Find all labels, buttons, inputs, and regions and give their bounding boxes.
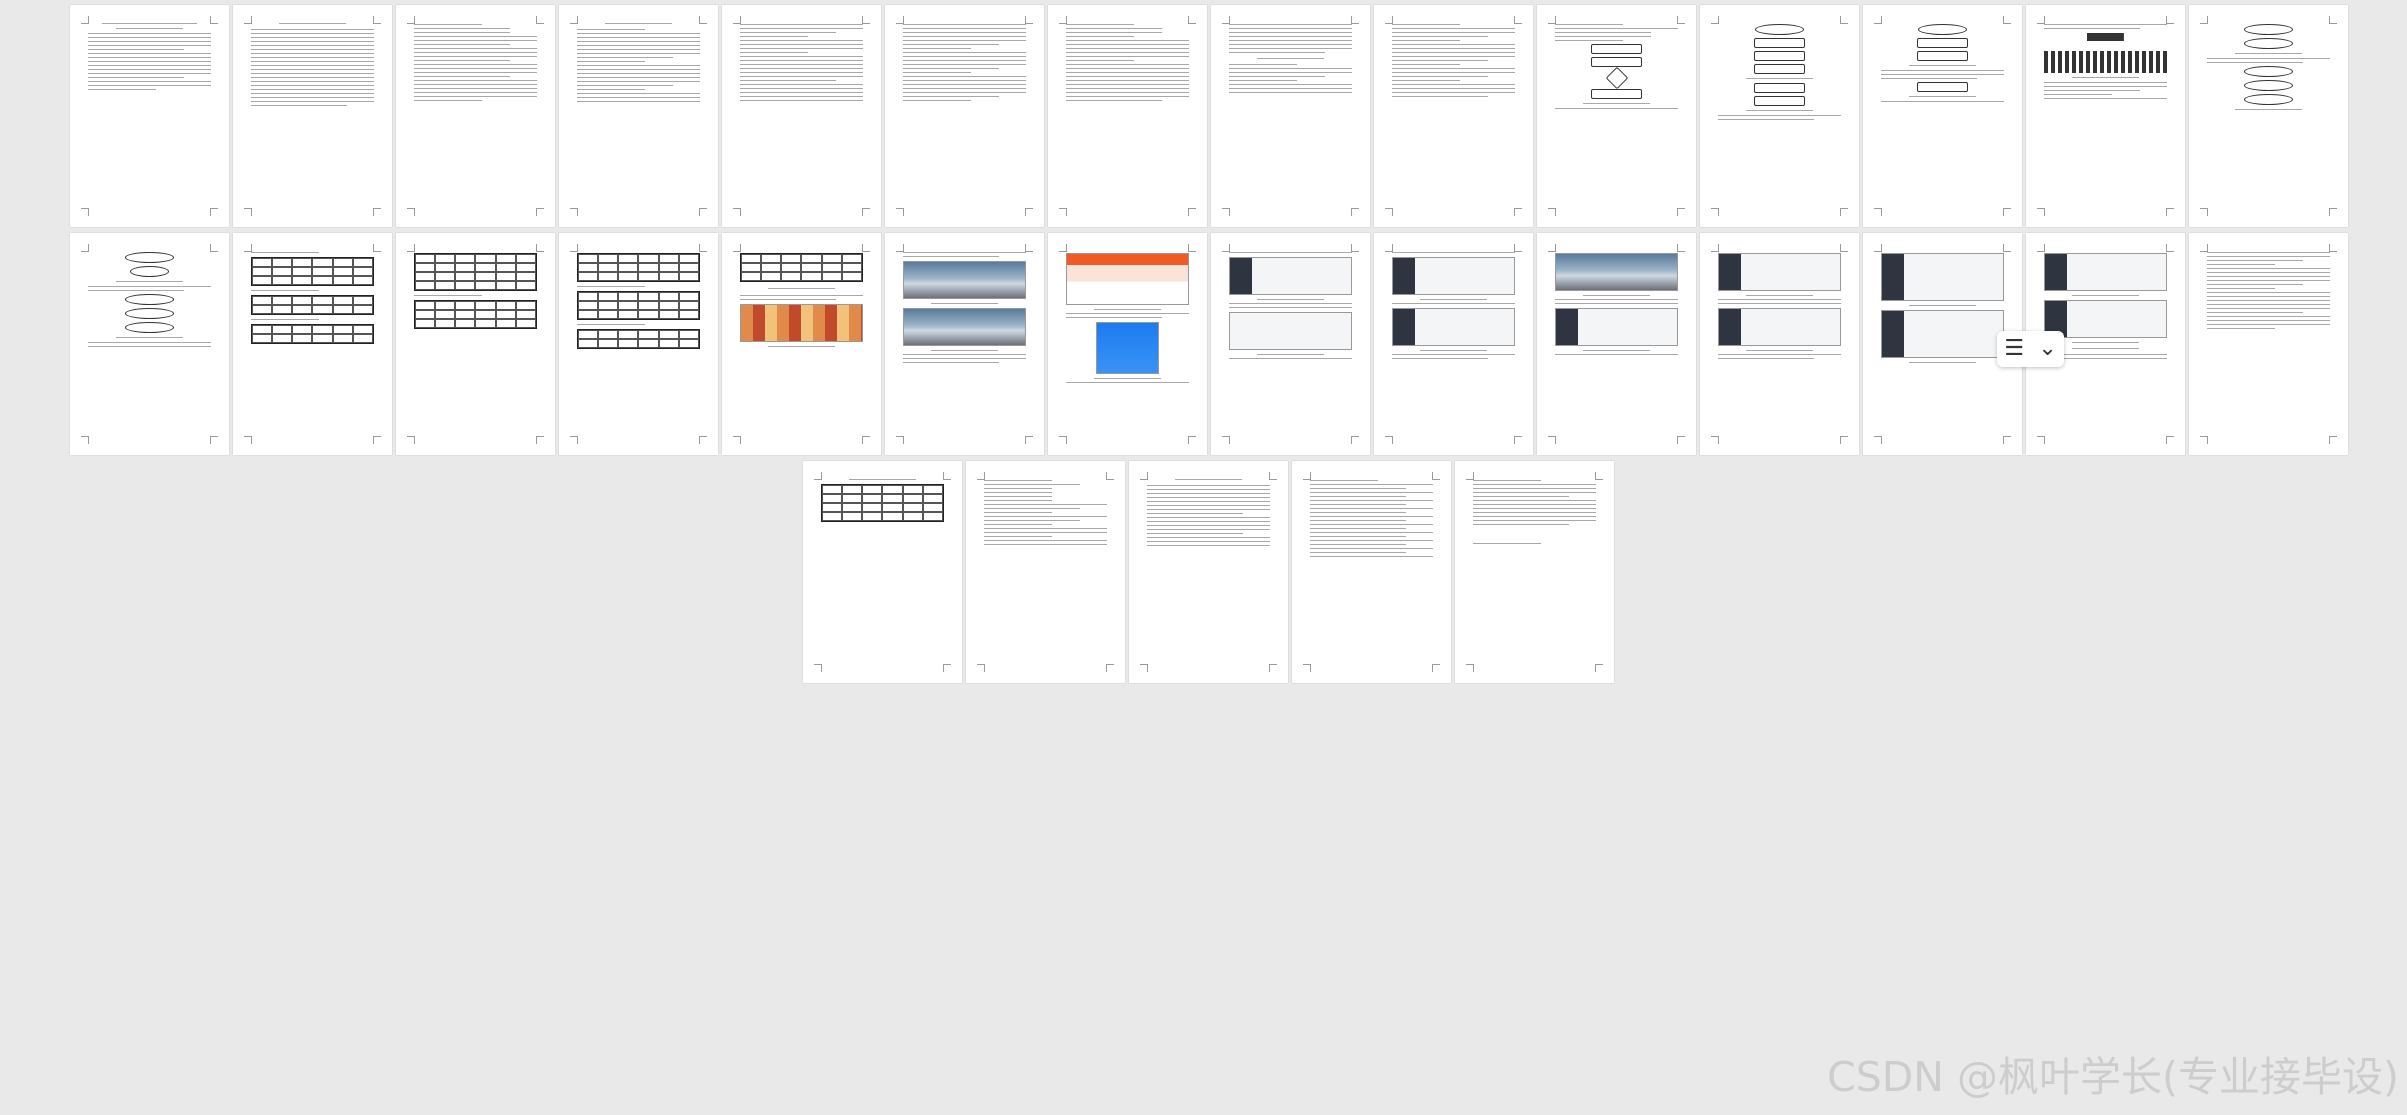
- page-thumbnail[interactable]: [2189, 233, 2348, 455]
- watermark: CSDN @枫叶学长(专业接毕设): [1827, 1053, 2399, 1101]
- page-text-block: [251, 21, 374, 209]
- page-diagram-block: [88, 249, 211, 437]
- page-diagram-block: [1718, 21, 1841, 209]
- page-text-block: [577, 21, 700, 209]
- page-thumbnail[interactable]: [1700, 5, 1859, 227]
- page-thumbnail[interactable]: [722, 233, 881, 455]
- page-text-block: [1392, 21, 1515, 209]
- page-thumbnail[interactable]: [1374, 5, 1533, 227]
- page-table-block: [414, 249, 537, 437]
- page-text-block: [1229, 21, 1352, 209]
- page-thumbnail[interactable]: [966, 461, 1125, 683]
- page-text-block: [984, 477, 1107, 665]
- page-screenshot-block: [1066, 249, 1189, 437]
- page-thumbnail[interactable]: [1700, 233, 1859, 455]
- page-diagram-block: [2044, 21, 2167, 209]
- page-thumbnail[interactable]: [2026, 5, 2185, 227]
- page-text-block: [2207, 249, 2330, 437]
- page-screenshot-block: [1718, 249, 1841, 437]
- page-thumbnail[interactable]: [233, 5, 392, 227]
- page-table-block: [740, 249, 863, 437]
- page-thumbnail[interactable]: [885, 5, 1044, 227]
- page-diagram-block: [2207, 21, 2330, 209]
- page-table-block: [577, 249, 700, 437]
- page-thumbnail[interactable]: [559, 5, 718, 227]
- page-thumbnail[interactable]: [1455, 461, 1614, 683]
- page-thumbnail[interactable]: [396, 5, 555, 227]
- page-thumbnail[interactable]: [1048, 5, 1207, 227]
- page-diagram-block: [1881, 21, 2004, 209]
- page-screenshot-block: [1392, 249, 1515, 437]
- page-thumbnail[interactable]: [1211, 5, 1370, 227]
- page-thumbnail[interactable]: [1374, 233, 1533, 455]
- page-thumbnail[interactable]: [396, 233, 555, 455]
- page-thumbnail[interactable]: [803, 461, 962, 683]
- page-thumbnail[interactable]: [70, 5, 229, 227]
- page-thumbnail[interactable]: [722, 5, 881, 227]
- page-references-block: [1310, 477, 1433, 665]
- page-screenshot-block: [903, 249, 1026, 437]
- page-thumbnail[interactable]: [1211, 233, 1370, 455]
- page-thumbnail[interactable]: [559, 233, 718, 455]
- page-thumbnail[interactable]: [2189, 5, 2348, 227]
- page-text-block: [740, 21, 863, 209]
- page-thumbnail[interactable]: [1863, 5, 2022, 227]
- page-text-block: [1066, 21, 1189, 209]
- page-text-block: [1473, 477, 1596, 665]
- chevron-down-icon[interactable]: ⌄: [2038, 338, 2056, 360]
- page-thumbnail[interactable]: [885, 233, 1044, 455]
- page-text-block: [1147, 477, 1270, 665]
- page-table-block: [251, 249, 374, 437]
- page-thumbnail[interactable]: [1537, 233, 1696, 455]
- page-text-block: [88, 21, 211, 209]
- page-thumbnail[interactable]: [1129, 461, 1288, 683]
- page-screenshot-block: [1881, 249, 2004, 437]
- page-toc-block: [414, 21, 537, 209]
- page-screenshot-block: [1229, 249, 1352, 437]
- page-diagram-block: [1555, 21, 1678, 209]
- page-thumbnail[interactable]: [70, 233, 229, 455]
- view-toolbar: ☰ ⌄: [1997, 331, 2064, 367]
- page-thumbnail[interactable]: [1537, 5, 1696, 227]
- page-table-block: [821, 477, 944, 665]
- list-view-icon[interactable]: ☰: [2004, 338, 2024, 360]
- page-text-block: [903, 21, 1026, 209]
- page-thumbnail[interactable]: [1048, 233, 1207, 455]
- page-screenshot-block: [1555, 249, 1678, 437]
- page-thumbnail[interactable]: [233, 233, 392, 455]
- page-thumbnail[interactable]: [1292, 461, 1451, 683]
